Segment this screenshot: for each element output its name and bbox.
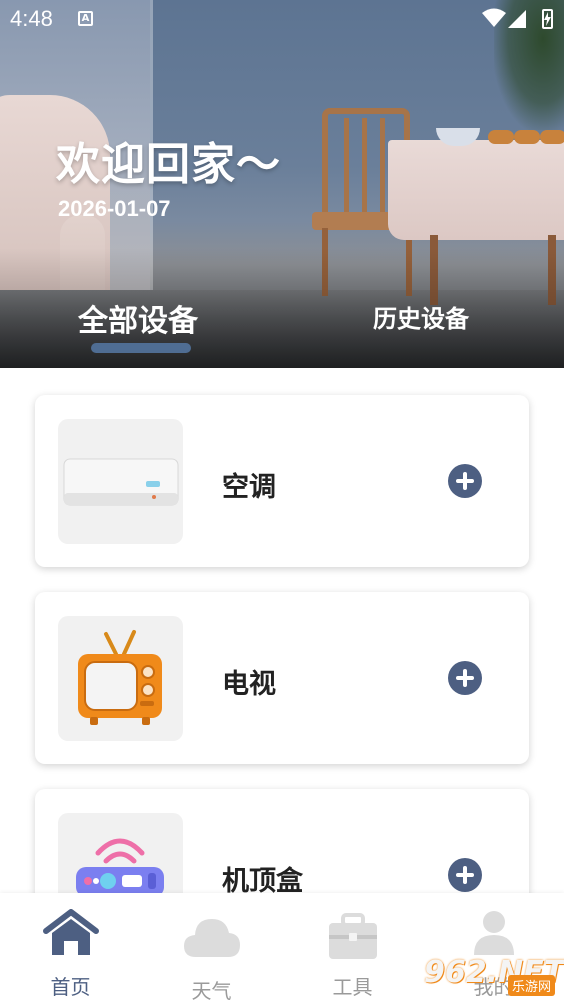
table-decoration xyxy=(388,140,564,240)
status-bar: 4:48 A xyxy=(0,0,564,38)
device-name: 空调 xyxy=(222,472,276,503)
bread-decoration xyxy=(514,130,540,144)
watermark-subtitle: 乐游网 xyxy=(508,975,556,996)
device-thumb xyxy=(58,616,183,741)
nav-weather[interactable]: 天气 xyxy=(141,893,282,1002)
signal-icon xyxy=(508,10,526,28)
device-card-air-conditioner[interactable]: 空调 xyxy=(35,395,529,567)
nav-tools[interactable]: 工具 xyxy=(282,893,423,1002)
device-name: 电视 xyxy=(222,669,276,700)
tab-active-indicator xyxy=(91,343,191,353)
add-device-button[interactable] xyxy=(448,464,482,498)
add-device-button[interactable] xyxy=(448,661,482,695)
nav-label: 工具 xyxy=(332,975,373,999)
chair-slat xyxy=(344,118,349,218)
tab-all-devices[interactable]: 全部设备 xyxy=(78,296,198,340)
device-thumb xyxy=(58,419,183,544)
chair-slat xyxy=(380,118,385,218)
add-device-button[interactable] xyxy=(448,858,482,892)
user-icon xyxy=(473,911,514,955)
bread-decoration xyxy=(540,130,564,144)
cloud-icon xyxy=(183,919,240,957)
device-card-television[interactable]: 电视 xyxy=(35,592,529,764)
battery-icon xyxy=(542,9,553,29)
welcome-title: 欢迎回家～ xyxy=(56,139,281,190)
status-time: 4:48 xyxy=(10,6,53,31)
site-watermark: 962.NET 乐游网 xyxy=(424,951,564,997)
current-date: 2026-01-07 xyxy=(58,196,171,221)
nav-home[interactable]: 首页 xyxy=(0,893,141,1002)
nav-label: 天气 xyxy=(191,979,232,1002)
bread-decoration xyxy=(488,130,514,144)
television-icon xyxy=(78,630,162,725)
notification-a-icon: A xyxy=(78,11,93,26)
chair-slat xyxy=(362,118,367,218)
air-conditioner-icon xyxy=(63,458,179,506)
nav-label: 首页 xyxy=(50,975,91,999)
home-icon xyxy=(42,909,99,955)
tab-history-devices[interactable]: 历史设备 xyxy=(373,299,469,334)
wifi-icon xyxy=(482,8,506,27)
toolbox-icon xyxy=(328,913,377,959)
